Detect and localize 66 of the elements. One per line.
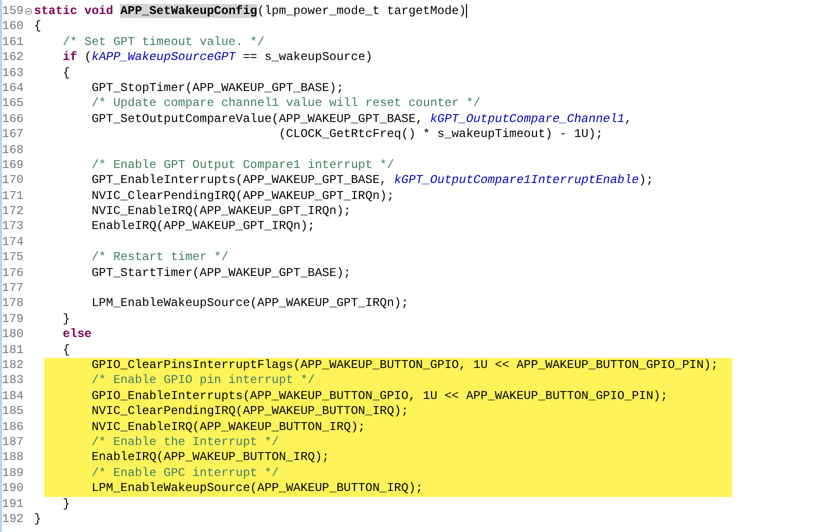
- line-number: 169: [2, 158, 24, 174]
- code-line: }: [62, 496, 70, 510]
- code-line: GPT_SetOutputCompareValue(APP_WAKEUP_GPT_BASE, kGPT_OutputCompare_Channel1,: [90, 112, 632, 126]
- line-number: 174: [2, 234, 24, 250]
- line-number: 167: [2, 127, 24, 143]
- line-number: 178: [2, 296, 24, 312]
- code-line: {: [62, 66, 70, 80]
- line-number: 183: [2, 373, 24, 389]
- code-line: /* Set GPT timeout value. */: [62, 34, 264, 49]
- code-line: EnableIRQ(APP_WAKEUP_GPT_IRQn);: [90, 219, 315, 234]
- code-line: /* Enable GPT Output Compare1 interrupt */: [90, 158, 394, 172]
- code-line: NVIC_ClearPendingIRQ(APP_WAKEUP_BUTTON_IRQ);: [90, 404, 408, 418]
- line-number: 184: [2, 388, 24, 404]
- line-number: 173: [2, 219, 24, 235]
- line-number: 168: [2, 142, 24, 158]
- line-number: 186: [2, 420, 24, 435]
- code-line: if (kAPP_WakeupSourceGPT == s_wakeupSource): [62, 50, 372, 64]
- line-number: 166: [2, 112, 24, 128]
- code-line: NVIC_ClearPendingIRQ(APP_WAKEUP_GPT_IRQn);: [90, 188, 394, 203]
- line-number: 160: [2, 19, 24, 35]
- code-line: NVIC_EnableIRQ(APP_WAKEUP_GPT_IRQn);: [90, 204, 351, 218]
- code-line: }: [62, 312, 70, 326]
- line-number: 172: [2, 204, 24, 220]
- line-number: 159: [2, 4, 24, 20]
- line-number: 188: [2, 450, 24, 466]
- line-number: 179: [2, 312, 24, 328]
- line-number: 163: [2, 66, 24, 81]
- code-line: GPIO_ClearPinsInterruptFlags(APP_WAKEUP_BUTTON_GPIO, 1U << APP_WAKEUP_BUTTON_GPIO_PIN);: [90, 358, 718, 372]
- code-line: LPM_EnableWakeupSource(APP_WAKEUP_GPT_IRQn);: [90, 296, 408, 310]
- line-number: 192: [2, 512, 24, 528]
- code-line: GPT_StopTimer(APP_WAKEUP_GPT_BASE);: [90, 80, 344, 95]
- line-number: 164: [2, 80, 24, 96]
- line-number: 187: [2, 434, 24, 450]
- code-line: /* Enable the Interrupt */: [90, 434, 279, 449]
- code-line: GPT_StartTimer(APP_WAKEUP_GPT_BASE);: [90, 266, 351, 280]
- line-number: 161: [2, 34, 24, 50]
- line-number: 171: [2, 188, 24, 204]
- code-line: /* Restart timer */: [90, 250, 228, 264]
- code-line: /* Enable GPIO pin interrupt */: [90, 373, 315, 388]
- code-line: (CLOCK_GetRtcFreq() * s_wakeupTimeout) - 1U);: [278, 127, 603, 142]
- code-line: GPIO_EnableInterrupts(APP_WAKEUP_BUTTON_GPIO, 1U << APP_WAKEUP_BUTTON_GPIO_PIN);: [90, 388, 668, 403]
- line-number: 170: [2, 173, 24, 189]
- line-number: 175: [2, 250, 24, 266]
- code-line: else: [62, 327, 92, 342]
- code-line: /* Update compare channel1 value will reset counter */: [90, 96, 480, 110]
- line-number: 177: [2, 281, 24, 296]
- line-number: 191: [2, 496, 24, 512]
- line-number: 185: [2, 404, 24, 420]
- line-number: 162: [2, 50, 24, 66]
- line-number: 190: [2, 481, 24, 497]
- code-line: static void APP_SetWakeupConfig(lpm_power_mode_t targetMode): [34, 4, 466, 18]
- collapse-icon[interactable]: [25, 8, 32, 16]
- code-line: NVIC_EnableIRQ(APP_WAKEUP_BUTTON_IRQ);: [90, 420, 366, 434]
- line-number: 189: [2, 466, 24, 482]
- code-line: {: [34, 19, 42, 34]
- code-line: LPM_EnableWakeupSource(APP_WAKEUP_BUTTON_IRQ);: [90, 481, 423, 496]
- line-number: 180: [2, 327, 24, 343]
- code-line: {: [62, 342, 70, 357]
- code-line: }: [34, 512, 42, 526]
- line-number: 181: [2, 342, 24, 358]
- code-line: GPT_EnableInterrupts(APP_WAKEUP_GPT_BASE, kGPT_OutputCompare1InterruptEnable);: [90, 173, 654, 188]
- line-number: 165: [2, 96, 24, 112]
- line-number: 176: [2, 266, 24, 282]
- line-number: 182: [2, 358, 24, 374]
- code-line: /* Enable GPC interrupt */: [90, 466, 279, 480]
- code-line: EnableIRQ(APP_WAKEUP_BUTTON_IRQ);: [90, 450, 330, 464]
